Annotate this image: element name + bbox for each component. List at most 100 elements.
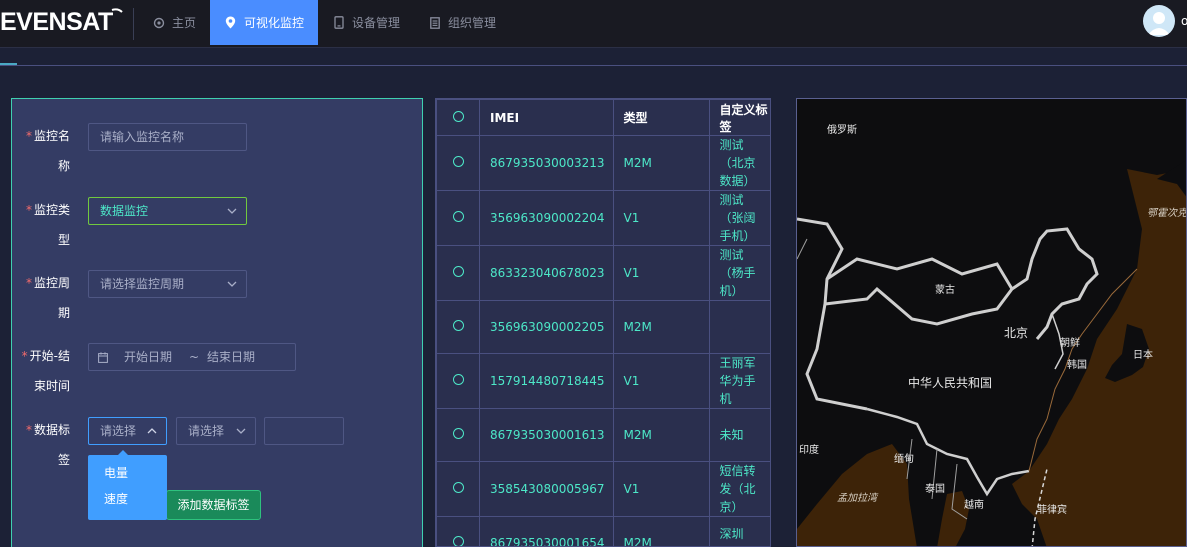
tag-cell bbox=[708, 300, 770, 354]
table-row[interactable]: 157914480718445 V1 王丽军华为手机 bbox=[436, 353, 770, 409]
tag-cell: 测试（杨手机） bbox=[708, 245, 770, 301]
start-date-input[interactable]: 开始日期 bbox=[124, 344, 172, 370]
dropdown-option-battery[interactable]: 电量 bbox=[88, 460, 167, 486]
range-separator: ~ bbox=[189, 350, 200, 364]
column-header-imei: IMEI bbox=[479, 99, 614, 136]
nav-item-home[interactable]: 主页 bbox=[138, 0, 210, 45]
type-cell: M2M bbox=[612, 408, 710, 462]
map-label-mongolia: 蒙古 bbox=[935, 285, 955, 296]
nav-item-device-management[interactable]: 设备管理 bbox=[318, 0, 414, 45]
active-tab-indicator bbox=[0, 63, 17, 65]
nav-item-org-management[interactable]: 组织管理 bbox=[414, 0, 510, 45]
nav-item-visual-monitor[interactable]: 可视化监控 bbox=[210, 0, 319, 45]
radio-icon[interactable] bbox=[452, 211, 464, 222]
end-date-input[interactable]: 结束日期 bbox=[207, 344, 255, 370]
data-tag-select-2[interactable]: 请选择 bbox=[176, 417, 256, 445]
chevron-down-icon bbox=[236, 428, 246, 434]
column-header-type: 类型 bbox=[612, 99, 710, 136]
svg-text:EVENSAT: EVENSAT bbox=[0, 8, 113, 36]
monitor-period-select[interactable]: 请选择监控周期 bbox=[88, 270, 247, 298]
calendar-icon bbox=[98, 352, 108, 363]
row-select-cell[interactable] bbox=[436, 516, 480, 546]
map-label-vietnam: 越南 bbox=[964, 500, 984, 511]
table-row[interactable]: 358543080005967 V1 短信转发（北京） bbox=[436, 461, 770, 517]
map-label-russia: 俄罗斯 bbox=[827, 125, 857, 136]
add-data-tag-button[interactable]: 添加数据标签 bbox=[166, 490, 261, 520]
monitor-type-label-cont: 型 bbox=[57, 233, 70, 247]
imei-cell: 356963090002205 bbox=[479, 300, 614, 354]
row-select-cell[interactable] bbox=[436, 461, 480, 517]
china-border bbox=[797, 217, 1099, 340]
page-tabs-bar bbox=[0, 49, 1187, 66]
select-column-header bbox=[436, 99, 480, 136]
top-navbar: EVENSAT 主页 可视化监控 设备管理 组织管理 o bbox=[0, 0, 1187, 48]
nav-item-label: 主页 bbox=[172, 16, 197, 30]
radio-icon[interactable] bbox=[452, 428, 464, 439]
table-row[interactable]: 863323040678023 V1 测试（杨手机） bbox=[436, 245, 770, 301]
imei-cell: 157914480718445 bbox=[479, 353, 614, 409]
data-tag-label: * 数据标 bbox=[25, 423, 70, 437]
monitor-name-label-cont: 称 bbox=[57, 159, 70, 173]
type-cell: V1 bbox=[612, 190, 710, 246]
type-cell: M2M bbox=[612, 135, 710, 191]
tag-cell: 王丽军华为手机 bbox=[708, 353, 770, 409]
row-select-cell[interactable] bbox=[436, 245, 480, 301]
row-select-cell[interactable] bbox=[436, 408, 480, 462]
monitoring-map[interactable]: 俄罗斯 鄂霍次克 蒙古 北京 朝鲜 韩国 日本 中华人民共和国 印度 缅甸 泰国… bbox=[796, 98, 1187, 547]
row-select-cell[interactable] bbox=[436, 135, 480, 191]
imei-cell: 867935030001654 bbox=[479, 516, 614, 546]
map-label-china: 中华人民共和国 bbox=[908, 376, 993, 390]
user-avatar[interactable] bbox=[1143, 5, 1175, 37]
radio-icon[interactable] bbox=[452, 320, 464, 331]
map-canvas[interactable] bbox=[797, 99, 1187, 547]
imei-cell: 867935030003213 bbox=[479, 135, 614, 191]
radio-icon[interactable] bbox=[452, 536, 464, 546]
map-label-philippines: 菲律宾 bbox=[1037, 505, 1067, 516]
type-cell: V1 bbox=[612, 353, 710, 409]
radio-icon[interactable] bbox=[452, 156, 464, 167]
radio-icon[interactable] bbox=[452, 110, 464, 122]
type-cell: M2M bbox=[612, 300, 710, 354]
data-tag-value-input[interactable] bbox=[264, 417, 344, 445]
table-row[interactable]: 356963090002205 M2M bbox=[436, 300, 770, 354]
tag-cell: 短信转发（北京） bbox=[708, 461, 770, 517]
monitor-type-select[interactable]: 数据监控 bbox=[88, 197, 247, 225]
table-row[interactable]: 867935030003213 M2M 测试（北京数据） bbox=[436, 135, 770, 191]
dropdown-option-speed[interactable]: 速度 bbox=[88, 486, 167, 512]
mongolia-border bbox=[826, 257, 1014, 290]
device-icon bbox=[332, 16, 345, 29]
map-label-bay-of-bengal: 孟加拉湾 bbox=[837, 493, 877, 504]
monitor-form-panel bbox=[11, 98, 423, 547]
chevron-down-icon bbox=[227, 281, 237, 287]
map-label-south-korea: 韩国 bbox=[1067, 360, 1087, 371]
user-name[interactable]: o bbox=[1181, 14, 1187, 28]
map-label-japan: 日本 bbox=[1133, 350, 1153, 361]
radio-icon[interactable] bbox=[452, 482, 464, 493]
tag-cell: 测试（北京数据） bbox=[708, 135, 770, 191]
nav-item-label: 设备管理 bbox=[352, 16, 401, 30]
nav-item-label: 可视化监控 bbox=[244, 16, 305, 30]
tag-cell: 未知 bbox=[708, 408, 770, 462]
monitor-name-input[interactable]: 请输入监控名称 bbox=[88, 123, 247, 151]
table-row[interactable]: 867935030001654 M2M 深圳M2M bbox=[436, 516, 770, 546]
evensat-logo[interactable]: EVENSAT bbox=[0, 6, 128, 36]
row-select-cell[interactable] bbox=[436, 190, 480, 246]
imei-cell: 863323040678023 bbox=[479, 245, 614, 301]
radio-icon[interactable] bbox=[452, 374, 464, 385]
date-range-label-cont: 束时间 bbox=[33, 379, 70, 393]
data-tag-select-1[interactable]: 请选择 bbox=[88, 417, 167, 445]
pacific-sea bbox=[1012, 169, 1186, 546]
radio-icon[interactable] bbox=[452, 266, 464, 277]
row-select-cell[interactable] bbox=[436, 353, 480, 409]
map-label-india: 印度 bbox=[799, 445, 819, 456]
column-header-custom-tag: 自定义标签 bbox=[708, 99, 770, 136]
date-range-picker[interactable]: 开始日期 ~ 结束日期 bbox=[88, 343, 296, 371]
table-row[interactable]: 356963090002204 V1 测试（张阔手机） bbox=[436, 190, 770, 246]
logo-divider bbox=[133, 8, 134, 40]
row-select-cell[interactable] bbox=[436, 300, 480, 354]
table-row[interactable]: 867935030001613 M2M 未知 bbox=[436, 408, 770, 462]
map-label-thailand: 泰国 bbox=[925, 484, 945, 495]
imei-cell: 358543080005967 bbox=[479, 461, 614, 517]
west-border bbox=[805, 303, 868, 411]
map-label-okhotsk: 鄂霍次克 bbox=[1147, 208, 1187, 219]
